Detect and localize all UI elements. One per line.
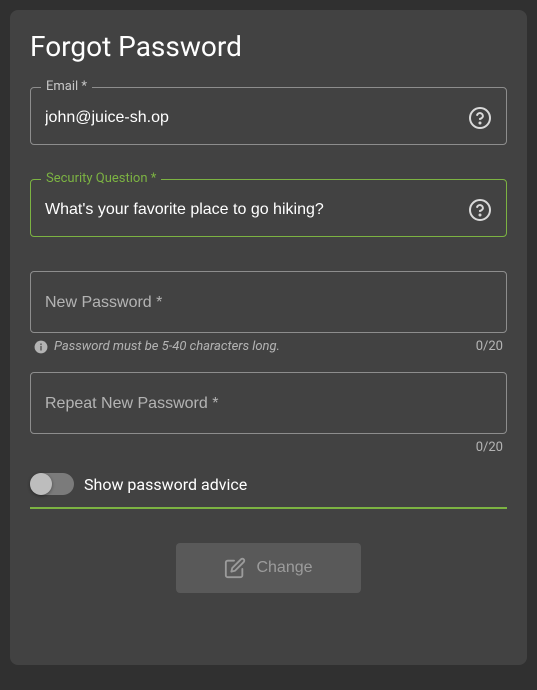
help-icon[interactable] <box>468 106 492 130</box>
show-advice-toggle[interactable] <box>30 473 74 495</box>
show-advice-label: Show password advice <box>84 475 247 494</box>
forgot-password-card: Forgot Password Email * Security Questio… <box>10 10 527 665</box>
toggle-thumb <box>30 473 52 495</box>
repeat-password-input[interactable] <box>45 395 492 413</box>
info-icon <box>34 340 48 354</box>
security-question-input[interactable] <box>45 201 460 219</box>
email-field-group: Email * <box>30 87 507 145</box>
email-field-wrapper[interactable]: Email * <box>30 87 507 145</box>
repeat-password-field-group <box>30 372 507 434</box>
edit-icon <box>224 557 246 579</box>
new-password-group: Password must be 5-40 characters long. 0… <box>30 271 507 354</box>
button-row: Change <box>30 543 507 593</box>
security-question-label: Security Question * <box>41 171 161 186</box>
repeat-password-field-wrapper[interactable] <box>30 372 507 434</box>
password-hint-text: Password must be 5-40 characters long. <box>54 339 280 354</box>
email-label: Email * <box>41 79 92 94</box>
new-password-counter: 0/20 <box>476 339 503 354</box>
new-password-field-wrapper[interactable] <box>30 271 507 333</box>
repeat-password-group: 0/20 <box>30 372 507 455</box>
page-title: Forgot Password <box>30 30 507 63</box>
repeat-password-hint-row: 0/20 <box>30 440 507 455</box>
show-advice-toggle-row: Show password advice <box>30 473 507 509</box>
help-icon[interactable] <box>468 198 492 222</box>
email-input[interactable] <box>45 109 460 127</box>
password-hint: Password must be 5-40 characters long. <box>34 339 280 354</box>
change-button[interactable]: Change <box>176 543 360 593</box>
repeat-password-counter: 0/20 <box>476 440 503 455</box>
change-button-label: Change <box>256 559 312 577</box>
security-question-field-wrapper[interactable]: Security Question * <box>30 179 507 237</box>
new-password-field-group <box>30 271 507 333</box>
security-question-field-group: Security Question * <box>30 179 507 237</box>
new-password-hint-row: Password must be 5-40 characters long. 0… <box>30 339 507 354</box>
new-password-input[interactable] <box>45 294 492 312</box>
